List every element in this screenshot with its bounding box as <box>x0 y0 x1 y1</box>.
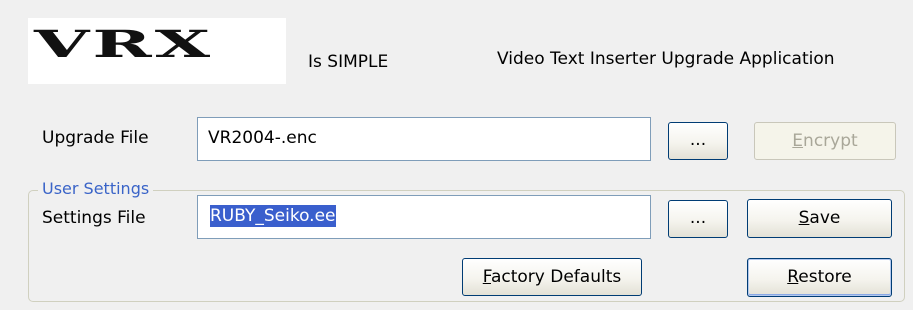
save-label-rest: ave <box>809 208 841 228</box>
upgrade-file-label: Upgrade File <box>42 128 149 148</box>
restore-button[interactable]: Restore <box>747 258 892 297</box>
vrx-logo: VRX <box>34 21 214 66</box>
factory-label-rest: actory Defaults <box>490 267 622 287</box>
tagline: Is SIMPLE <box>308 52 389 72</box>
settings-browse-button[interactable]: ... <box>668 200 728 238</box>
user-settings-legend: User Settings <box>38 179 154 199</box>
settings-file-input[interactable]: RUBY_Seiko.ee <box>197 195 651 239</box>
save-button[interactable]: Save <box>747 199 892 238</box>
restore-label-rest: estore <box>798 267 852 287</box>
settings-file-value: RUBY_Seiko.ee <box>210 205 336 227</box>
upgrade-browse-button[interactable]: ... <box>668 122 728 160</box>
save-mnemonic: S <box>798 208 810 228</box>
upgrade-file-value: VR2004-.enc <box>208 128 317 148</box>
encrypt-button[interactable]: Encrypt <box>754 122 896 160</box>
factory-mnemonic: F <box>482 267 491 287</box>
app-title: Video Text Inserter Upgrade Application <box>497 49 835 69</box>
encrypt-mnemonic: E <box>792 131 804 151</box>
encrypt-label-rest: ncrypt <box>803 131 858 151</box>
restore-mnemonic: R <box>787 267 799 287</box>
upgrade-file-input[interactable]: VR2004-.enc <box>197 117 651 161</box>
settings-file-label: Settings File <box>42 208 146 228</box>
factory-defaults-button[interactable]: Factory Defaults <box>462 258 642 296</box>
